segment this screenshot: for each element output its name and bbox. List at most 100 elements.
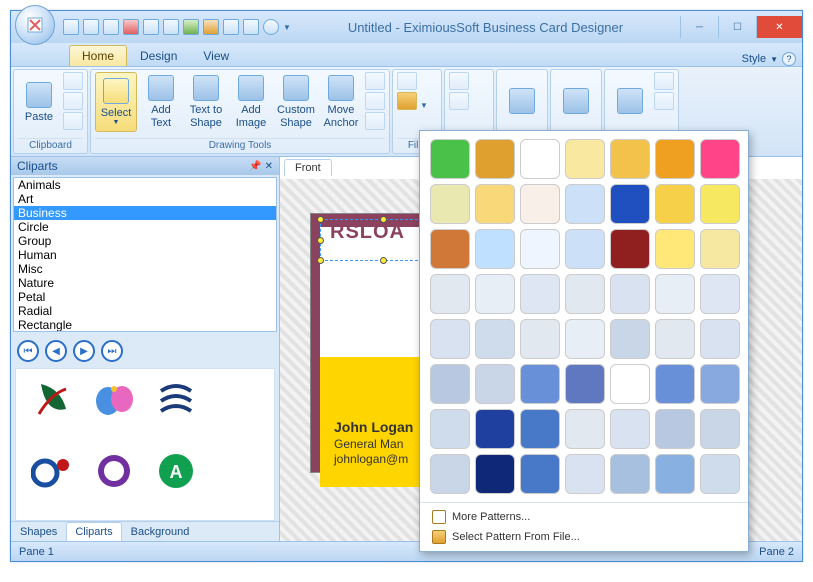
panel-pin-icon[interactable]: 📌 [249, 161, 261, 172]
category-item[interactable]: Circle [14, 220, 276, 234]
qat-pdf-icon[interactable] [123, 19, 139, 35]
pattern-swatch[interactable] [565, 319, 605, 359]
pattern-swatch[interactable] [610, 454, 650, 494]
category-item[interactable]: Misc [14, 262, 276, 276]
fill-color-icon[interactable] [397, 72, 417, 90]
pattern-swatch[interactable] [700, 364, 740, 404]
close-button[interactable]: ✕ [756, 16, 802, 38]
card-role-text[interactable]: General Man [334, 437, 403, 451]
pattern-swatch[interactable] [700, 184, 740, 224]
nav-first-icon[interactable]: ⏮ [17, 340, 39, 362]
pattern-swatch[interactable] [655, 184, 695, 224]
category-item[interactable]: Human [14, 248, 276, 262]
pattern-swatch[interactable] [610, 184, 650, 224]
maximize-button[interactable]: ☐ [718, 16, 756, 38]
pattern-swatch[interactable] [610, 319, 650, 359]
pattern-swatch[interactable] [565, 274, 605, 314]
pattern-swatch[interactable] [430, 274, 470, 314]
pattern-swatch[interactable] [610, 229, 650, 269]
pattern-swatch[interactable] [655, 139, 695, 179]
pattern-swatch[interactable] [565, 139, 605, 179]
card-name-text[interactable]: John Logan [334, 419, 413, 435]
pattern-swatch[interactable] [610, 139, 650, 179]
clipart-thumb[interactable] [22, 447, 81, 495]
outline-style-icon[interactable] [449, 92, 469, 110]
pattern-swatch[interactable] [700, 454, 740, 494]
move-anchor-button[interactable]: Move Anchor [320, 72, 362, 132]
pattern-swatch[interactable] [610, 409, 650, 449]
nav-last-icon[interactable]: ⏭ [101, 340, 123, 362]
pattern-swatch[interactable] [565, 229, 605, 269]
pattern-swatch[interactable] [430, 454, 470, 494]
side-tab-background[interactable]: Background [122, 522, 199, 541]
qat-save-icon[interactable] [103, 19, 119, 35]
selection-handle[interactable] [317, 257, 324, 264]
qat-cart-icon[interactable] [243, 19, 259, 35]
pattern-swatch[interactable] [475, 274, 515, 314]
category-item[interactable]: Animals [14, 178, 276, 192]
pattern-swatch[interactable] [520, 364, 560, 404]
pattern-swatch[interactable] [430, 364, 470, 404]
side-tab-shapes[interactable]: Shapes [11, 522, 66, 541]
category-item[interactable]: Business [14, 206, 276, 220]
group-icon[interactable] [654, 92, 674, 110]
more-patterns-item[interactable]: More Patterns... [428, 507, 740, 527]
text-to-shape-button[interactable]: Text to Shape [185, 72, 227, 132]
pattern-swatch[interactable] [520, 319, 560, 359]
pattern-swatch[interactable] [475, 364, 515, 404]
clipart-thumb[interactable] [22, 375, 81, 423]
pattern-swatch[interactable] [520, 229, 560, 269]
tab-home[interactable]: Home [69, 45, 127, 66]
selection-handle[interactable] [380, 257, 387, 264]
clipart-thumb[interactable]: A [147, 447, 206, 495]
pattern-swatch[interactable] [430, 139, 470, 179]
nav-prev-icon[interactable]: ◀ [45, 340, 67, 362]
pattern-swatch[interactable] [655, 409, 695, 449]
pattern-swatch[interactable] [700, 319, 740, 359]
pattern-swatch[interactable] [655, 364, 695, 404]
pattern-swatch[interactable] [565, 364, 605, 404]
tab-design[interactable]: Design [127, 45, 190, 66]
ribbon-help-icon[interactable]: ? [782, 52, 796, 66]
pattern-swatch[interactable] [655, 319, 695, 359]
pattern-swatch[interactable] [610, 364, 650, 404]
fill-pattern-icon[interactable] [397, 92, 417, 110]
category-list[interactable]: AnimalsArtBusinessCircleGroupHumanMiscNa… [13, 177, 277, 332]
category-item[interactable]: Art [14, 192, 276, 206]
qat-help-icon[interactable] [263, 19, 279, 35]
panel-close-icon[interactable]: ✕ [265, 161, 273, 172]
arrange-button[interactable] [609, 72, 651, 132]
pattern-swatch[interactable] [565, 454, 605, 494]
clipart-thumb[interactable] [147, 375, 206, 423]
delete-icon[interactable] [63, 112, 83, 130]
app-menu-button[interactable] [15, 5, 55, 45]
tab-view[interactable]: View [190, 45, 242, 66]
paste-button[interactable]: Paste [18, 72, 60, 132]
qat-open-icon[interactable] [83, 19, 99, 35]
selection-handle[interactable] [380, 216, 387, 223]
pattern-swatch[interactable] [475, 319, 515, 359]
select-button[interactable]: Select▼ [95, 72, 137, 132]
align-icon[interactable] [654, 72, 674, 90]
pattern-swatch[interactable] [700, 229, 740, 269]
qat-upload-icon[interactable] [223, 19, 239, 35]
clipart-thumb[interactable] [85, 447, 144, 495]
pattern-swatch[interactable] [430, 184, 470, 224]
category-item[interactable]: Group [14, 234, 276, 248]
curve-tool-icon[interactable] [365, 92, 385, 110]
add-image-button[interactable]: Add Image [230, 72, 272, 132]
pattern-swatch[interactable] [475, 409, 515, 449]
outline-icon[interactable] [449, 72, 469, 90]
pattern-swatch[interactable] [700, 274, 740, 314]
pattern-swatch[interactable] [520, 454, 560, 494]
pattern-swatch[interactable] [520, 139, 560, 179]
pattern-swatch[interactable] [565, 184, 605, 224]
copy-icon[interactable] [63, 92, 83, 110]
pattern-swatch[interactable] [655, 229, 695, 269]
pattern-swatch[interactable] [520, 274, 560, 314]
pattern-swatch[interactable] [430, 409, 470, 449]
pattern-swatch[interactable] [610, 274, 650, 314]
qat-redo-icon[interactable] [203, 19, 219, 35]
card-email-text[interactable]: johnlogan@m [334, 452, 408, 466]
custom-shape-button[interactable]: Custom Shape [275, 72, 317, 132]
